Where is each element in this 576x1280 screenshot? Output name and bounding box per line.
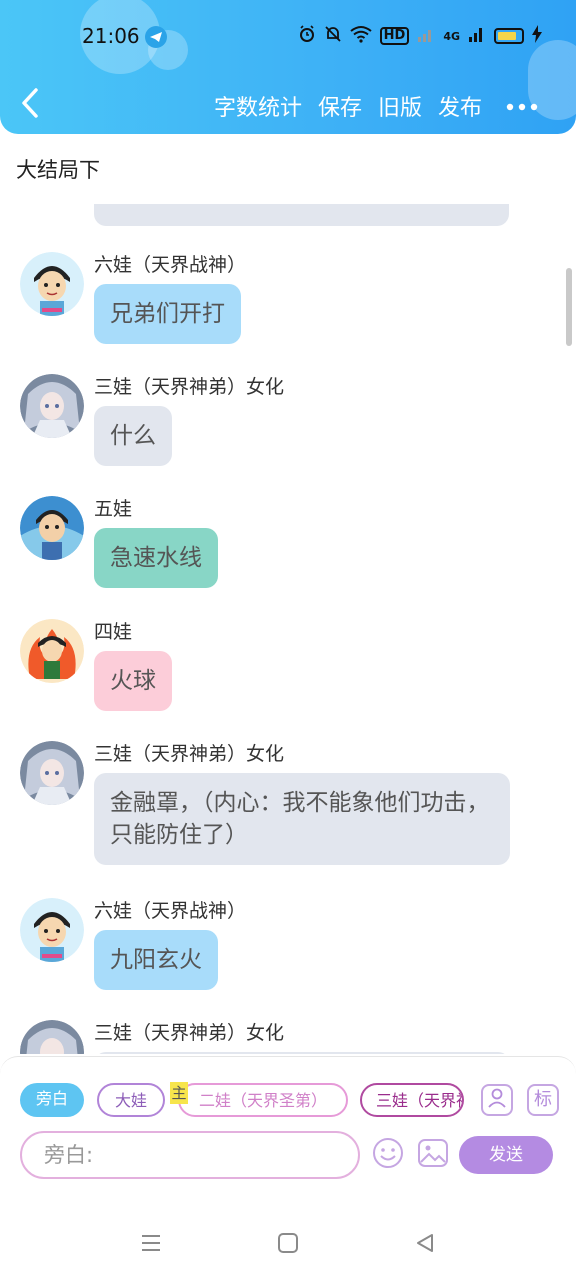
role-chip-dawa[interactable]: 大娃 [97,1083,165,1117]
emoji-icon[interactable] [372,1137,404,1169]
status-icons: HD 4G [298,25,542,47]
avatar[interactable] [20,1020,84,1054]
message-bubble[interactable]: 金融罩，（内心：我不能象他们功击，只能防住了） [94,773,510,865]
list-item: 五娃 急速水线 [20,496,520,606]
message-bubble[interactable]: 急速水线 [94,528,218,588]
role-chip-erwa[interactable]: 二娃（天界圣第） [178,1083,348,1117]
list-item: 三娃（天界神弟）女化 [20,1020,520,1054]
sender-name: 五娃 [94,498,133,520]
message-bubble[interactable]: 什么 [94,406,172,466]
back-button[interactable] [18,86,50,122]
status-bar: 21:06 HD 4G [0,0,576,74]
role-chip-sanwa[interactable]: 三娃（天界神弟）女化 [360,1083,464,1117]
word-count-button[interactable]: 字数统计 [214,90,302,122]
tag-button[interactable]: 标 [527,1084,559,1116]
wifi-icon [350,25,372,47]
publish-button[interactable]: 发布 [438,90,482,122]
recent-apps-icon[interactable] [140,1232,162,1258]
message-bubble[interactable]: 火球 [94,651,172,711]
charging-icon [532,25,542,47]
sender-name: 三娃（天界神弟）女化 [94,376,285,398]
telegram-icon [145,26,167,48]
header-actions: 字数统计 保存 旧版 发布 [214,90,482,122]
avatar[interactable] [20,898,84,962]
list-item: 三娃（天界神弟）女化 什么 [20,374,520,484]
system-navigation-bar [0,1210,576,1280]
chat-list[interactable]: 六娃（天界战神） 兄弟们开打 三娃（天界神弟）女化 什么 五娃 急速水线 四娃 … [0,204,576,1054]
partial-message-bubble[interactable] [94,204,509,226]
avatar[interactable] [20,374,84,438]
hd-icon: HD [379,27,410,45]
character-icon[interactable] [481,1084,513,1116]
more-menu-button[interactable] [506,98,538,111]
sender-name: 六娃（天界战神） [94,254,247,276]
scrollbar[interactable] [566,268,572,346]
avatar[interactable] [20,741,84,805]
message-bubble[interactable]: 兄弟们开打 [94,284,241,344]
list-item: 六娃（天界战神） 兄弟们开打 [20,252,520,362]
back-nav-icon[interactable] [414,1232,436,1258]
main-role-badge: 主 [170,1082,188,1104]
message-bubble[interactable]: 九阳玄火 [94,930,218,990]
sender-name: 四娃 [94,621,133,643]
list-item: 四娃 火球 [20,619,520,729]
avatar[interactable] [20,252,84,316]
signal-icon [417,25,435,47]
list-item: 六娃（天界战神） 九阳玄火 [20,898,520,1008]
network-type-label: 4G [443,29,460,43]
app-header: 21:06 HD 4G 字数统计 保存 旧版 发布 [0,0,576,134]
image-icon[interactable] [417,1137,449,1169]
story-title: 大结局下 [16,158,100,182]
sender-name: 三娃（天界神弟）女化 [94,1022,285,1044]
send-button[interactable]: 发送 [459,1136,553,1174]
header-nav: 字数统计 保存 旧版 发布 [0,80,576,128]
home-icon[interactable] [277,1232,299,1258]
alarm-icon [298,25,316,47]
avatar[interactable] [20,619,84,683]
avatar[interactable] [20,496,84,560]
input-panel: 旁白 大娃 二娃（天界圣第） 主 三娃（天界神弟）女化 标 旁白: 发送 [0,1056,576,1210]
message-bubble[interactable] [94,1052,510,1054]
sender-name: 三娃（天界神弟）女化 [94,743,285,765]
mute-bell-icon [324,25,342,47]
role-chip-narration[interactable]: 旁白 [20,1083,84,1117]
message-input[interactable]: 旁白: [20,1131,360,1179]
old-version-button[interactable]: 旧版 [378,90,422,122]
battery-icon [494,28,524,44]
signal-icon [468,25,486,47]
sender-name: 六娃（天界战神） [94,900,247,922]
save-button[interactable]: 保存 [318,90,362,122]
list-item: 三娃（天界神弟）女化 金融罩，（内心：我不能象他们功击，只能防住了） [20,741,520,891]
status-time: 21:06 [82,24,140,48]
